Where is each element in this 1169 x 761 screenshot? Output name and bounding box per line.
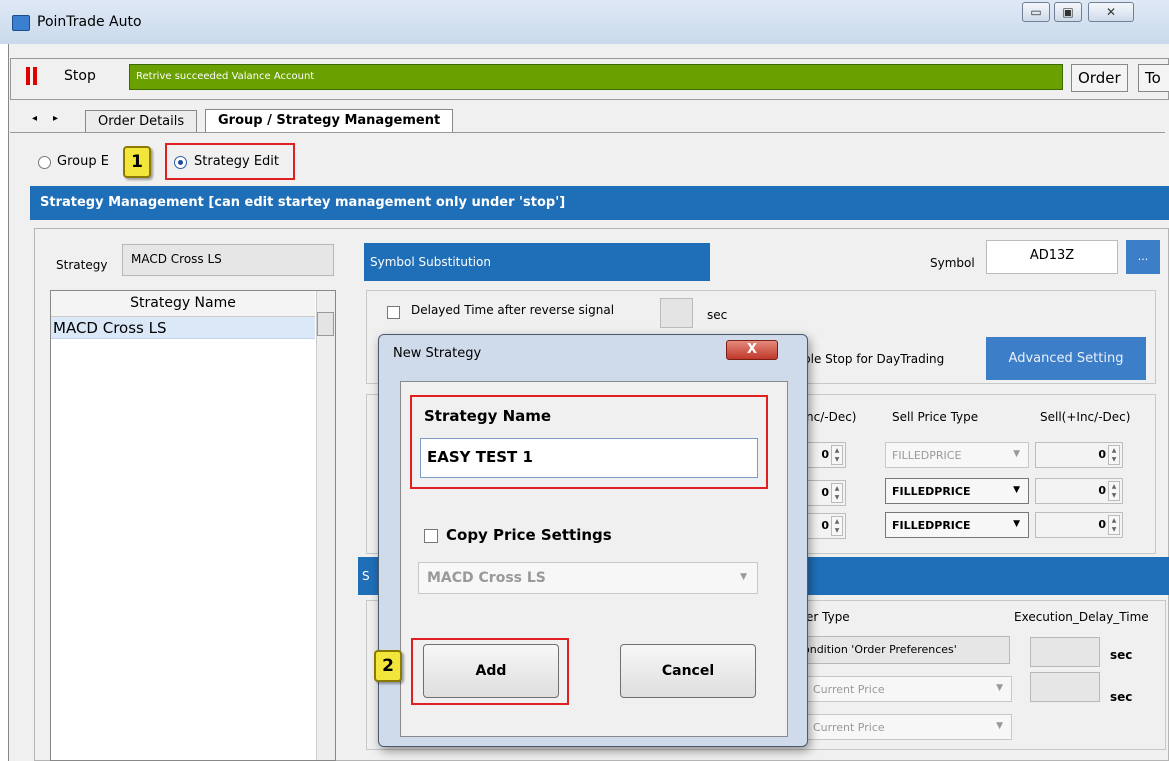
chevron-down-icon: ▼: [996, 683, 1003, 693]
strategy-management-header: Strategy Management [can edit startey ma…: [30, 186, 1169, 220]
header-text: Strategy Management [can edit startey ma…: [40, 195, 566, 210]
select-value: Current Price: [813, 721, 885, 734]
dialog-close-button[interactable]: X: [726, 340, 778, 360]
strategy-label: Strategy: [56, 258, 108, 272]
symbol-field[interactable]: AD13Z: [986, 240, 1118, 274]
browse-symbol-button[interactable]: ...: [1126, 240, 1160, 274]
tab-scroll-left-icon[interactable]: ◂: [32, 113, 37, 124]
order-button[interactable]: Order: [1071, 64, 1128, 92]
strategy-name-label: Strategy Name: [424, 407, 552, 425]
symbol-label: Symbol: [930, 256, 975, 270]
chevron-down-icon: ▼: [1013, 449, 1020, 459]
delay-seconds-field[interactable]: [660, 298, 693, 328]
sell-inc-dec-header: Sell(+Inc/-Dec): [1040, 410, 1131, 424]
window-title: PoinTrade Auto: [37, 14, 142, 30]
symbol-substitution-header: Symbol Substitution: [364, 243, 710, 281]
spinner-arrows-icon[interactable]: ▲ ▼: [831, 516, 843, 536]
sec-label-2: sec: [1110, 690, 1133, 704]
spinner-value: 0: [1098, 518, 1106, 531]
strategy-name-column-header[interactable]: Strategy Name: [51, 291, 315, 317]
exec-delay-field-2[interactable]: [1030, 672, 1100, 702]
add-button[interactable]: Add: [423, 644, 559, 698]
status-bar: Retrive succeeded Valance Account: [129, 64, 1063, 90]
inc-dec-header: nc/-Dec): [806, 410, 857, 424]
chevron-down-icon: ▼: [996, 721, 1003, 731]
sell-price-type-select-2[interactable]: FILLEDPRICE ▼: [885, 478, 1029, 504]
tab-order-details[interactable]: Order Details: [85, 110, 198, 132]
strategy-edit-label: Strategy Edit: [194, 154, 280, 169]
spinner-value: 0: [821, 486, 829, 499]
stop-daytrading-label: ble Stop for DayTrading: [803, 352, 945, 366]
strategy-value: MACD Cross LS: [122, 244, 334, 276]
step-badge-2: 2: [374, 650, 402, 682]
select-value: Current Price: [813, 683, 885, 696]
strategy-list: [50, 290, 336, 761]
select-value: FILLEDPRICE: [892, 519, 971, 532]
select-value: FILLEDPRICE: [892, 485, 971, 498]
sell-price-type-header: Sell Price Type: [892, 410, 979, 424]
spinner-value: 0: [1098, 448, 1106, 461]
dialog-title: New Strategy: [393, 346, 482, 361]
advanced-setting-button[interactable]: Advanced Setting: [986, 337, 1146, 380]
sell-spinner-1[interactable]: 0 ▲ ▼: [1035, 442, 1123, 468]
copy-price-label: Copy Price Settings: [446, 526, 612, 544]
price-select-1[interactable]: Current Price ▼: [806, 676, 1012, 702]
copy-price-checkbox[interactable]: [424, 529, 438, 543]
group-edit-label: Group E: [57, 154, 109, 169]
order-type-header: er Type: [806, 610, 850, 624]
list-scrollbar[interactable]: [316, 291, 335, 760]
delayed-label: Delayed Time after reverse signal: [411, 303, 615, 317]
stop-icon[interactable]: [26, 67, 38, 85]
group-edit-radio[interactable]: [38, 156, 51, 169]
exec-delay-field-1[interactable]: [1030, 637, 1100, 667]
spinner-value: 0: [1098, 484, 1106, 497]
delayed-checkbox[interactable]: [387, 306, 400, 319]
chevron-down-icon: ▼: [740, 572, 747, 582]
close-window-button[interactable]: ✕: [1088, 2, 1134, 22]
tab-scroll-right-icon[interactable]: ▸: [53, 113, 58, 124]
app-icon: [12, 15, 30, 31]
chevron-down-icon: ▼: [1013, 485, 1020, 495]
execution-delay-header: Execution_Delay_Time: [1014, 610, 1149, 624]
spinner-value: 0: [821, 519, 829, 532]
sec-label-1: sec: [1110, 648, 1133, 662]
spinner-arrows-icon[interactable]: ▲ ▼: [1108, 515, 1120, 535]
list-item[interactable]: MACD Cross LS: [51, 317, 315, 339]
minimize-button[interactable]: ▭: [1022, 2, 1050, 22]
select-value: FILLEDPRICE: [892, 449, 962, 462]
spinner-value: 0: [821, 448, 829, 461]
spinner-arrows-icon[interactable]: ▲ ▼: [831, 445, 843, 465]
select-value: MACD Cross LS: [427, 570, 546, 586]
maximize-button[interactable]: ▣: [1054, 2, 1082, 22]
stop-button[interactable]: Stop: [64, 68, 96, 84]
strategy-name-input[interactable]: EASY TEST 1: [420, 438, 758, 478]
tab-group-strategy[interactable]: Group / Strategy Management: [205, 109, 454, 133]
chevron-down-icon: ▼: [1013, 519, 1020, 529]
status-text: Retrive succeeded Valance Account: [136, 71, 315, 82]
step-badge-1: 1: [123, 146, 151, 178]
title-bar: [0, 0, 1169, 44]
cancel-button[interactable]: Cancel: [620, 644, 756, 698]
copy-strategy-select[interactable]: MACD Cross LS ▼: [418, 562, 758, 594]
spinner-arrows-icon[interactable]: ▲ ▼: [1108, 445, 1120, 465]
sell-spinner-2[interactable]: 0 ▲ ▼: [1035, 478, 1123, 504]
strategy-edit-radio[interactable]: [174, 156, 187, 169]
scrollbar-thumb[interactable]: [317, 312, 334, 336]
spinner-arrows-icon[interactable]: ▲ ▼: [831, 483, 843, 503]
condition-field: ondition 'Order Preferences': [800, 636, 1010, 664]
sec-label: sec: [707, 308, 728, 322]
spinner-arrows-icon[interactable]: ▲ ▼: [1108, 481, 1120, 501]
sell-spinner-3[interactable]: 0 ▲ ▼: [1035, 512, 1123, 538]
sell-price-type-select-3[interactable]: FILLEDPRICE ▼: [885, 512, 1029, 538]
sell-price-type-select-1[interactable]: FILLEDPRICE ▼: [885, 442, 1029, 468]
tools-button[interactable]: To: [1138, 64, 1169, 92]
price-select-2[interactable]: Current Price ▼: [806, 714, 1012, 740]
